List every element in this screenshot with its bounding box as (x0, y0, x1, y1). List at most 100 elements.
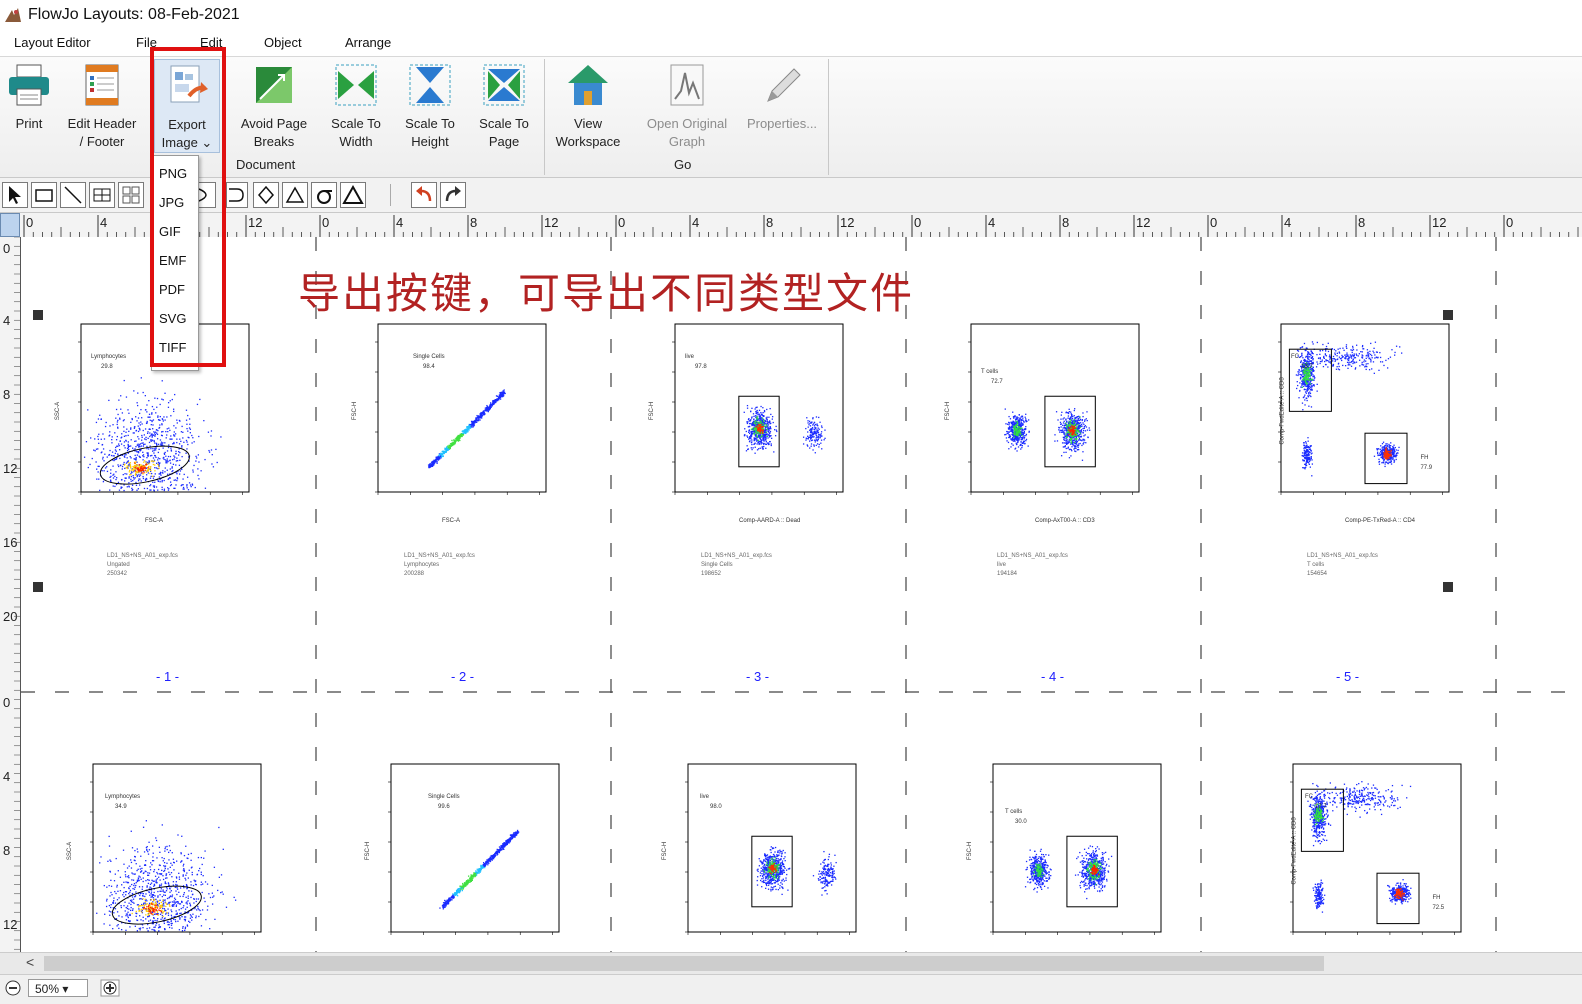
zoom-select[interactable]: 50% ▾ (28, 979, 88, 997)
top-ruler-label: 0 (914, 215, 921, 230)
top-ruler-label: 4 (100, 215, 107, 230)
plot-y-axis-label: SSC-A (55, 402, 61, 420)
gate-percent-label: 30.0 (1015, 819, 1027, 825)
flow-plot[interactable] (990, 764, 1161, 935)
export-emf-option[interactable]: EMF (159, 253, 186, 268)
undo-button[interactable] (411, 182, 437, 208)
rectangle-tool[interactable] (31, 182, 57, 208)
rounded-rect-tool[interactable] (226, 182, 248, 208)
edit-header-label-2: / Footer (60, 133, 144, 151)
gate2-percent-label: 77.9 (1420, 465, 1432, 471)
menu-layout-editor[interactable]: Layout Editor (14, 35, 91, 50)
menu-arrange[interactable]: Arrange (345, 35, 391, 50)
edit-header-footer-button[interactable]: Edit Header / Footer (60, 59, 144, 153)
graph-icon (663, 61, 711, 109)
scroll-thumb[interactable] (44, 956, 1324, 971)
menu-file[interactable]: File (136, 35, 157, 50)
grid-icon (119, 183, 143, 207)
layout-canvas[interactable] (21, 237, 1582, 952)
top-ruler-label: 12 (840, 215, 854, 230)
flow-plot[interactable] (672, 324, 843, 495)
selection-handle[interactable] (33, 310, 43, 320)
scale-page-label-1: Scale To (470, 115, 538, 133)
gate-name-label: live (700, 794, 709, 800)
plot-metadata-line: 250342 (107, 570, 178, 579)
plot-x-axis-label: Comp-AxT00-A :: CD3 (1035, 518, 1095, 524)
open-original-graph-button[interactable]: Open Original Graph (640, 59, 734, 153)
table-icon (90, 183, 114, 207)
scroll-left-icon[interactable]: < (26, 954, 34, 970)
ellipse-tool[interactable] (196, 182, 216, 208)
delta-tool[interactable] (340, 182, 366, 208)
view-workspace-button[interactable]: View Workspace (550, 59, 626, 153)
export-png-option[interactable]: PNG (159, 166, 187, 181)
export-label-2: Image ⌄ (155, 134, 219, 152)
export-jpg-option[interactable]: JPG (159, 195, 184, 210)
title-bar: FlowJo Layouts: 08-Feb-2021 (0, 0, 1582, 30)
zoom-value: 50% ▾ (35, 982, 68, 996)
flow-plot[interactable] (388, 764, 559, 935)
flow-plot[interactable] (968, 324, 1139, 495)
left-ruler-label: 12 (3, 917, 17, 932)
scale-to-page-button[interactable]: Scale To Page (470, 59, 538, 153)
go-group-label: Go (674, 157, 691, 172)
gate-name-label: T cells (981, 369, 998, 375)
export-image-icon (163, 62, 211, 110)
redo-button[interactable] (440, 182, 466, 208)
plot-y-axis-label: FSC-H (649, 402, 655, 420)
selection-handle[interactable] (1443, 310, 1453, 320)
zoom-out-icon[interactable] (4, 979, 22, 997)
annotation-text: 导出按键，可导出不同类型文件 (298, 260, 914, 321)
sigma-tool[interactable] (311, 182, 337, 208)
plot-y-axis-label: FSC-H (352, 402, 358, 420)
gate-percent-label: 98.0 (710, 804, 722, 810)
top-ruler-label: 4 (1284, 215, 1291, 230)
menu-object[interactable]: Object (264, 35, 302, 50)
select-tool[interactable] (2, 182, 28, 208)
flow-plot[interactable] (375, 324, 546, 495)
plot-metadata-line: LD1_NS+NS_A01_exp.fcs (107, 552, 178, 561)
plot-metadata-line: live (997, 561, 1068, 570)
top-ruler-label: 0 (26, 215, 33, 230)
horizontal-scrollbar[interactable]: < (0, 952, 1582, 975)
gate-name-label: Lymphocytes (105, 794, 140, 800)
selection-handle[interactable] (1443, 582, 1453, 592)
page-number-label: - 1 - (156, 669, 179, 684)
properties-label: Properties... (742, 115, 822, 133)
zoom-in-icon[interactable] (100, 979, 120, 997)
plot-metadata: LD1_NS+NS_A01_exp.fcsUngated250342 (107, 552, 178, 579)
triangle-tool[interactable] (282, 182, 308, 208)
print-button[interactable]: Print (4, 59, 54, 153)
diamond-tool[interactable] (253, 182, 279, 208)
gate-percent-label: 18.7 (1301, 364, 1313, 370)
page-number-label: - 5 - (1336, 669, 1359, 684)
avoid-page-breaks-button[interactable]: Avoid Page Breaks (232, 59, 316, 153)
export-pdf-option[interactable]: PDF (159, 282, 185, 297)
menu-edit[interactable]: Edit (200, 35, 222, 50)
gate2-name-label: FH (1432, 895, 1440, 901)
gate-percent-label: 97.8 (695, 364, 707, 370)
export-svg-option[interactable]: SVG (159, 311, 186, 326)
scale-to-height-icon (406, 61, 454, 109)
flow-plot[interactable] (685, 764, 856, 935)
properties-button[interactable]: Properties... (742, 59, 822, 153)
scale-to-width-button[interactable]: Scale To Width (322, 59, 390, 153)
line-tool[interactable] (60, 182, 86, 208)
scale-to-height-button[interactable]: Scale To Height (396, 59, 464, 153)
plot-metadata-line: T cells (1307, 561, 1378, 570)
export-image-button[interactable]: Export Image ⌄ (154, 59, 220, 153)
scale-to-page-icon (480, 61, 528, 109)
selection-handle[interactable] (33, 582, 43, 592)
triangle-icon (283, 183, 307, 207)
export-gif-option[interactable]: GIF (159, 224, 181, 239)
view-workspace-label-1: View (550, 115, 626, 133)
export-tiff-option[interactable]: TIFF (159, 340, 186, 355)
plot-y-axis-label: SSC-A (67, 842, 73, 860)
grid-tool[interactable] (118, 182, 144, 208)
top-ruler-label: 0 (618, 215, 625, 230)
flow-plot[interactable] (90, 764, 261, 935)
gate-percent-label: 72.7 (991, 379, 1003, 385)
top-ruler-label: 8 (766, 215, 773, 230)
table-tool[interactable] (89, 182, 115, 208)
ruler-corner[interactable] (0, 213, 20, 237)
